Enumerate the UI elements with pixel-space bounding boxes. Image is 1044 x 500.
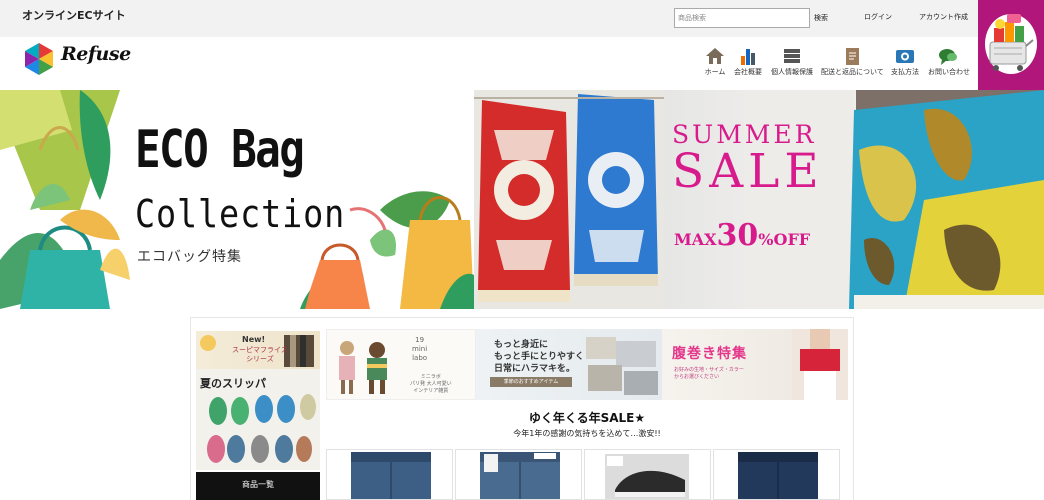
product-card[interactable] <box>455 449 582 500</box>
nav-label: 会社概要 <box>734 68 762 76</box>
document-icon <box>846 48 859 65</box>
sale-max-suffix: %OFF <box>758 230 811 249</box>
payment-icon <box>896 50 914 63</box>
haramaki-message: もっと身近に もっと手にとりやすく 日常にハラマキを。 <box>494 340 585 374</box>
towel-illustration <box>474 90 664 309</box>
mini-labo-logo: 19 mini labo <box>412 336 428 362</box>
new-sub-label: スーピマフライス シリーズ <box>232 346 288 363</box>
haramaki-message-banner[interactable]: もっと身近に もっと手にとりやすく 日常にハラマキを。 季節のおすすめアイテム <box>476 329 662 400</box>
mini-labo-banner[interactable]: 19 mini labo ミニラボ パリ発 大人可愛い インテリア雑貨 <box>326 329 476 400</box>
hero-banner[interactable]: ECO Bag Collection エコバッグ特集 SUMMER SALE M… <box>0 90 1044 309</box>
new-label: New! <box>242 335 266 344</box>
nav-shipping[interactable]: 配送と返品について <box>821 46 884 82</box>
haramaki-feature-banner[interactable]: 腹巻き特集 お好みの生地・サイズ・カラー からお選びください <box>662 329 848 400</box>
towel-image <box>474 90 664 309</box>
product-card[interactable] <box>326 449 453 500</box>
product-card[interactable] <box>713 449 840 500</box>
season-tag: 季節のおすすめアイテム <box>490 377 572 387</box>
mini-labo-sub: ミニラボ パリ発 大人可愛い インテリア雑貨 <box>410 374 452 394</box>
new-supima-banner[interactable]: New! スーピマフライス シリーズ <box>196 331 320 369</box>
haramaki-title: 腹巻き特集 <box>672 346 747 362</box>
product-list-button[interactable]: 商品一覧 <box>196 472 320 500</box>
eco-bag-jp: エコバッグ特集 <box>137 249 242 265</box>
mini-labo-illustration <box>339 341 387 394</box>
search-input[interactable] <box>674 8 810 28</box>
slipper-title: 夏のスリッパ <box>200 377 266 390</box>
nav-home[interactable]: ホーム <box>702 46 728 82</box>
nav-contact[interactable]: お問い合わせ <box>928 46 970 82</box>
jeans-image <box>351 452 431 499</box>
nav-label: ホーム <box>704 68 726 76</box>
create-account-link[interactable]: アカウント作成 <box>919 12 968 22</box>
search-button[interactable]: 検索 <box>811 8 831 28</box>
sale-big-text: SALE <box>672 144 824 199</box>
home-icon <box>706 48 724 64</box>
jeans-image <box>738 452 818 499</box>
slipper-banner[interactable]: 夏のスリッパ <box>196 369 320 470</box>
nav-label: 個人情報保護 <box>771 68 813 76</box>
product-card[interactable] <box>584 449 711 500</box>
sale-description: 今年1年の感謝の気持ちを込めて…激安!! <box>513 429 661 438</box>
sale-max-text: MAX30%OFF <box>674 218 810 253</box>
nav-company[interactable]: 会社概要 <box>733 46 763 82</box>
shoe-image <box>605 454 689 499</box>
model-illustration <box>792 329 848 400</box>
summer-sale-banner[interactable]: SUMMER SALE MAX30%OFF <box>664 90 1044 309</box>
haramaki-sub: お好みの生地・サイズ・カラー からお選びください <box>674 367 744 380</box>
site-name: オンラインECサイト <box>22 9 126 22</box>
nav-label: 配送と返品について <box>821 68 884 76</box>
nav-label: お問い合わせ <box>928 68 970 76</box>
sale-heading: ゆく年くる年SALE★ <box>528 411 646 425</box>
list-icon <box>784 49 800 63</box>
eco-bag-title: ECO Bag <box>135 120 305 180</box>
cart-button[interactable] <box>978 0 1044 90</box>
bar-chart-icon <box>741 49 755 65</box>
sale-max-value: 30 <box>716 218 759 253</box>
sale-max-prefix: MAX <box>674 230 717 249</box>
chat-bubble-icon <box>939 49 957 65</box>
logo-text: Refuse <box>61 43 131 65</box>
nav-payment[interactable]: 支払方法 <box>890 46 920 82</box>
jeans-image <box>480 452 560 499</box>
shopping-cart-icon <box>985 14 1037 74</box>
top-bar: オンラインECサイト 検索 ログイン アカウント作成 <box>0 0 1044 37</box>
nav-privacy[interactable]: 個人情報保護 <box>770 46 814 82</box>
eco-bag-banner[interactable]: ECO Bag Collection エコバッグ特集 <box>0 90 474 309</box>
login-link[interactable]: ログイン <box>864 12 892 22</box>
eco-bag-subtitle: Collection <box>135 192 346 236</box>
logo-mark-icon <box>25 43 53 75</box>
nav-label: 支払方法 <box>891 68 919 76</box>
